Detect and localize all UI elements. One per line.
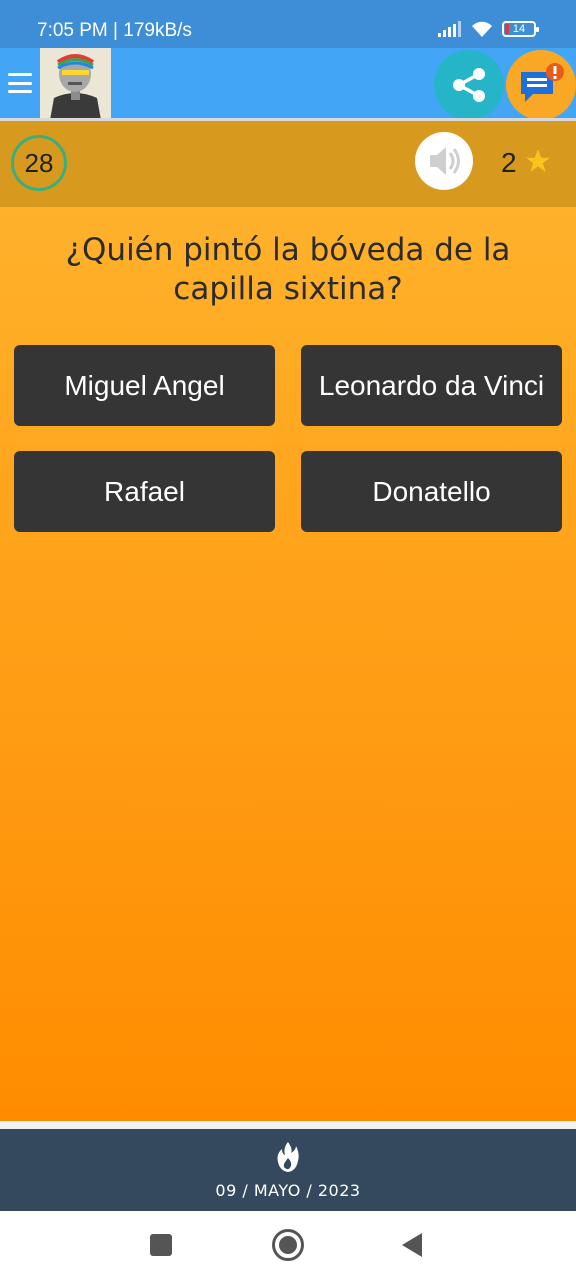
chat-button[interactable] <box>506 50 576 120</box>
battery-icon: 14 <box>502 21 539 37</box>
sound-toggle-button[interactable] <box>415 132 473 190</box>
answer-button-4[interactable]: Donatello <box>301 451 562 532</box>
hamburger-menu-icon[interactable] <box>8 69 32 97</box>
answer-button-3[interactable]: Rafael <box>14 451 275 532</box>
signal-icon <box>438 21 461 37</box>
countdown-timer: 28 <box>11 135 67 191</box>
share-button[interactable] <box>434 50 504 120</box>
chat-notification-icon <box>521 63 564 102</box>
wifi-icon <box>472 21 492 37</box>
question-text: ¿Quién pintó la bóveda de la capilla six… <box>65 232 511 307</box>
star-icon <box>526 149 550 172</box>
answer-button-2[interactable]: Leonardo da Vinci <box>301 345 562 426</box>
quiz-area: ¿Quién pintó la bóveda de la capilla six… <box>0 207 576 1121</box>
status-bar: 7:05 PM | 179kB/s 14 <box>0 0 576 48</box>
status-time: 7:05 PM | 179kB/s <box>37 20 192 41</box>
footer: 09 / MAYO / 2023 <box>0 1129 576 1211</box>
flame-icon <box>277 1142 299 1172</box>
home-icon[interactable] <box>272 1229 304 1261</box>
navigation-bar <box>0 1211 576 1280</box>
answer-button-1[interactable]: Miguel Angel <box>14 345 275 426</box>
score-bar: 28 2 <box>0 121 576 207</box>
recent-apps-icon[interactable] <box>150 1234 172 1256</box>
robot-avatar[interactable] <box>40 48 111 120</box>
footer-divider <box>0 1121 576 1129</box>
back-icon[interactable] <box>402 1233 422 1257</box>
speaker-icon <box>430 147 460 175</box>
status-icons: 14 <box>438 20 539 38</box>
battery-level: 14 <box>512 23 526 35</box>
footer-date: 09 / MAYO / 2023 <box>215 1181 361 1200</box>
app-bar <box>0 48 576 120</box>
share-icon <box>453 68 485 102</box>
star-count: 2 <box>501 147 517 178</box>
